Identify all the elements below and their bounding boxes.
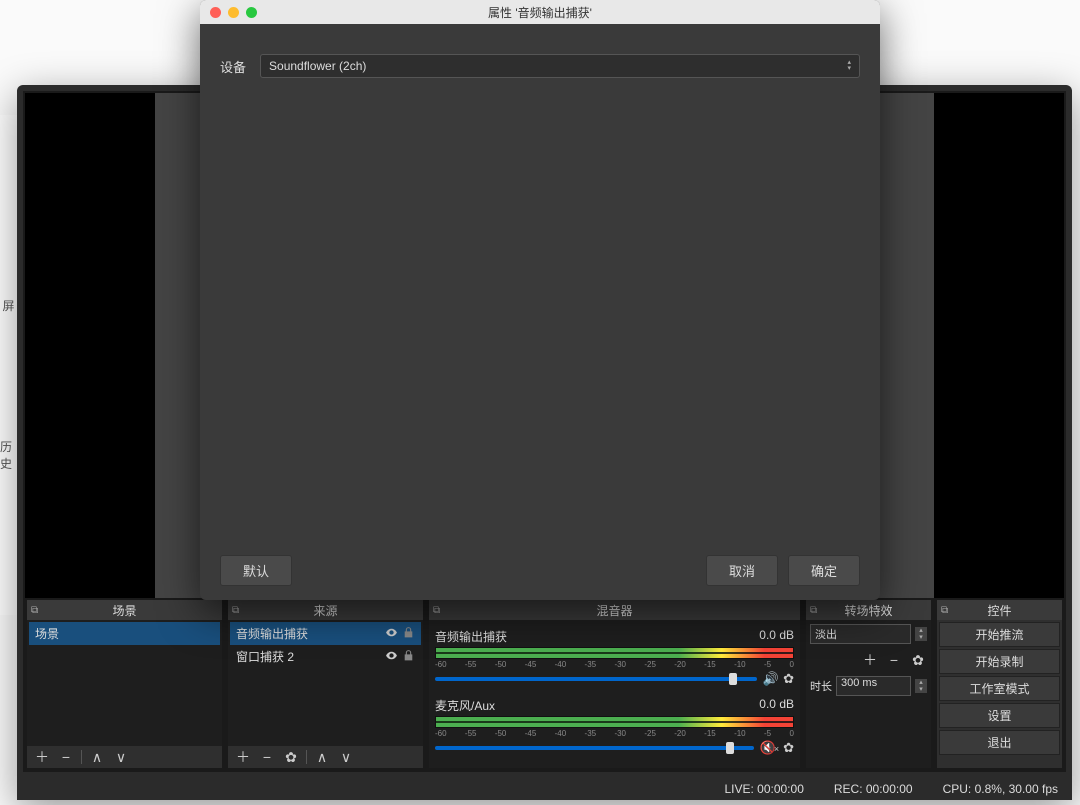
settings-button[interactable]: 设置 — [939, 703, 1060, 728]
start-streaming-button[interactable]: 开始推流 — [939, 622, 1060, 647]
stepper-down-icon[interactable]: ▾ — [915, 634, 927, 641]
cpu-status: CPU: 0.8%, 30.00 fps — [943, 782, 1058, 796]
source-item[interactable]: 音频输出捕获 — [230, 622, 421, 645]
ok-button[interactable]: 确定 — [788, 555, 860, 586]
remove-source-button[interactable]: − — [258, 749, 276, 765]
level-meter — [435, 716, 794, 728]
add-transition-button[interactable]: ＋ — [861, 650, 879, 670]
stepper-down-icon[interactable]: ▾ — [915, 686, 927, 693]
dialog-titlebar[interactable]: 属性 '音频输出捕获' — [200, 0, 880, 24]
level-meter — [435, 647, 794, 659]
lock-icon[interactable] — [402, 649, 415, 665]
mixer-channel: 音频输出捕获0.0 dB -60-55-50-45-40-35-30-25-20… — [435, 628, 794, 687]
popout-icon[interactable]: ⧉ — [232, 605, 239, 616]
speaker-icon[interactable]: 🔊 — [763, 671, 779, 687]
visibility-icon[interactable] — [385, 626, 398, 642]
cancel-button[interactable]: 取消 — [706, 555, 778, 586]
exit-button[interactable]: 退出 — [939, 730, 1060, 755]
stepper-up-icon[interactable]: ▴ — [915, 627, 927, 634]
add-scene-button[interactable]: ＋ — [33, 747, 51, 767]
device-select[interactable]: Soundflower (2ch) ▴▾ — [260, 54, 860, 78]
live-status: LIVE: 00:00:00 — [724, 782, 803, 796]
status-bar: LIVE: 00:00:00 REC: 00:00:00 CPU: 0.8%, … — [17, 778, 1072, 800]
source-settings-button[interactable]: ✿ — [282, 749, 300, 766]
mixer-channel: 麦克风/Aux0.0 dB -60-55-50-45-40-35-30-25-2… — [435, 697, 794, 756]
bg-sidebar: 屏 历史 — [0, 115, 17, 615]
transition-select[interactable]: 淡出 — [810, 624, 911, 644]
defaults-button[interactable]: 默认 — [220, 555, 292, 586]
controls-panel: ⧉ 控件 开始推流 开始录制 工作室模式 设置 退出 — [937, 600, 1062, 768]
remove-transition-button[interactable]: − — [885, 652, 903, 668]
scene-item[interactable]: 场景 — [29, 622, 220, 645]
popout-icon[interactable]: ⧉ — [433, 605, 440, 616]
transitions-panel: ⧉转场特效 淡出 ▴▾ ＋ − ✿ 时长 300 ms ▴▾ — [806, 600, 931, 768]
volume-slider[interactable] — [435, 746, 754, 750]
channel-settings-icon[interactable]: ✿ — [783, 671, 794, 687]
visibility-icon[interactable] — [385, 649, 398, 665]
duration-input[interactable]: 300 ms — [836, 676, 911, 696]
transitions-title: 转场特效 — [844, 602, 892, 619]
controls-title: 控件 — [987, 602, 1011, 619]
source-item[interactable]: 窗口捕获 2 — [230, 645, 421, 668]
popout-icon[interactable]: ⧉ — [941, 605, 948, 616]
device-label: 设备 — [220, 57, 246, 76]
speaker-muted-icon[interactable]: 🔇× — [760, 740, 779, 756]
source-up-button[interactable]: ∧ — [313, 749, 331, 766]
transition-settings-button[interactable]: ✿ — [909, 652, 927, 669]
start-recording-button[interactable]: 开始录制 — [939, 649, 1060, 674]
scene-up-button[interactable]: ∧ — [88, 749, 106, 766]
rec-status: REC: 00:00:00 — [834, 782, 913, 796]
mixer-title: 混音器 — [596, 602, 632, 619]
popout-icon[interactable]: ⧉ — [31, 605, 38, 616]
stepper-up-icon[interactable]: ▴ — [915, 679, 927, 686]
lock-icon[interactable] — [402, 626, 415, 642]
dialog-title: 属性 '音频输出捕获' — [200, 4, 880, 21]
mixer-panel: ⧉ 混音器 音频输出捕获0.0 dB -60-55-50-45-40-35-30-… — [429, 600, 800, 768]
add-source-button[interactable]: ＋ — [234, 747, 252, 767]
sources-panel: ⧉ 来源 音频输出捕获 窗口捕获 2 — [228, 600, 423, 768]
studio-mode-button[interactable]: 工作室模式 — [939, 676, 1060, 701]
scenes-title: 场景 — [112, 602, 136, 619]
channel-settings-icon[interactable]: ✿ — [783, 740, 794, 756]
scene-down-button[interactable]: ∨ — [112, 749, 130, 766]
sources-title: 来源 — [313, 602, 337, 619]
properties-dialog: 属性 '音频输出捕获' 设备 Soundflower (2ch) ▴▾ 默认 取… — [200, 0, 880, 600]
chevron-up-down-icon: ▴▾ — [847, 60, 851, 72]
scenes-panel: ⧉ 场景 场景 ＋ − ∧ ∨ — [27, 600, 222, 768]
remove-scene-button[interactable]: − — [57, 749, 75, 765]
source-down-button[interactable]: ∨ — [337, 749, 355, 766]
duration-label: 时长 — [810, 678, 832, 694]
volume-slider[interactable] — [435, 677, 757, 681]
popout-icon[interactable]: ⧉ — [810, 605, 817, 616]
